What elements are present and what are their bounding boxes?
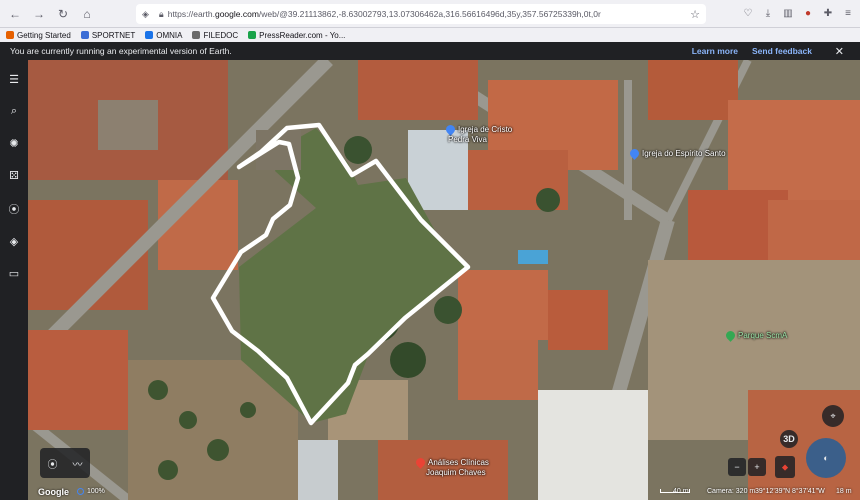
menu-icon[interactable]: ☰ bbox=[7, 72, 21, 86]
library-icon[interactable]: ▥ bbox=[780, 5, 796, 21]
url-path: /web/@39.21113862,-8.63002793,13.0730646… bbox=[258, 9, 601, 19]
close-icon[interactable]: ✕ bbox=[835, 45, 844, 58]
location-pin-icon[interactable]: ⦿ bbox=[48, 456, 58, 471]
health-pin-icon bbox=[414, 456, 427, 470]
voyager-icon[interactable]: ✺ bbox=[7, 136, 21, 150]
place-label[interactable]: Igreja do Espírito Santo bbox=[628, 147, 726, 161]
back-icon[interactable]: ← bbox=[6, 5, 24, 23]
place-label[interactable]: Igreja de Cristo bbox=[444, 123, 512, 137]
scale-bar bbox=[660, 489, 690, 493]
url-host: google.com bbox=[214, 9, 259, 19]
search-icon[interactable]: ⌕ bbox=[7, 104, 21, 118]
compass-icon[interactable]: ⬥ bbox=[775, 456, 795, 478]
reload-icon[interactable]: ↻ bbox=[54, 5, 72, 23]
google-logo: Google bbox=[38, 486, 69, 497]
toolbar-right: ♡ ⤓ ▥ ● ✚ ≡ bbox=[740, 5, 856, 21]
camera-altitude: Camera: 320 m bbox=[707, 488, 756, 495]
path-measure-icon[interactable]: 〰 bbox=[73, 456, 83, 471]
elevation: 18 m bbox=[836, 488, 852, 495]
bookmarks-bar: Getting Started SPORTNET OMNIA FILEDOC P… bbox=[0, 28, 860, 42]
earth-sidebar: ☰ ⌕ ✺ ⚄ ⦿ ◈ ▭ bbox=[0, 60, 28, 500]
send-feedback-link[interactable]: Send feedback bbox=[752, 46, 812, 56]
banner-message: You are currently running an experimenta… bbox=[10, 46, 232, 56]
my-location-icon[interactable]: ⌖ bbox=[822, 405, 844, 427]
omnia-icon bbox=[145, 31, 154, 39]
pressreader-icon bbox=[248, 31, 257, 39]
place-label[interactable]: Pedra Viva bbox=[448, 135, 487, 144]
bookmark-item[interactable]: FILEDOC bbox=[192, 31, 238, 40]
map-tools-panel: ⦿ 〰 bbox=[40, 448, 90, 478]
extensions-puzzle-icon[interactable]: ✚ bbox=[820, 5, 836, 21]
park-pin-icon bbox=[724, 329, 737, 343]
health-label[interactable]: Análises Clínicas bbox=[414, 456, 489, 470]
zoom-out-button[interactable]: − bbox=[728, 458, 746, 476]
zoom-indicator: 100% bbox=[77, 488, 105, 495]
coordinates: 39°12'39"N 8°37'41"W bbox=[755, 488, 825, 495]
pin-icon[interactable]: ⦿ bbox=[7, 202, 21, 216]
map-imagery bbox=[28, 60, 860, 500]
shield-icon: ◈ bbox=[142, 8, 149, 19]
learn-more-link[interactable]: Learn more bbox=[692, 46, 738, 56]
3d-button[interactable]: 3D bbox=[780, 430, 798, 448]
pocket-icon[interactable]: ♡ bbox=[740, 5, 756, 21]
extension-icon[interactable]: ● bbox=[800, 5, 816, 21]
firefox-icon bbox=[6, 31, 14, 39]
ruler-icon[interactable]: ▭ bbox=[7, 266, 21, 280]
status-bar: Google 100% 40 m Camera: 320 m 39°12'39"… bbox=[28, 483, 860, 500]
home-icon[interactable]: ⌂ bbox=[78, 5, 96, 23]
bookmark-item[interactable]: SPORTNET bbox=[80, 31, 135, 40]
overflow-menu-icon[interactable]: ≡ bbox=[840, 5, 856, 21]
globe-icon bbox=[192, 31, 201, 39]
layers-icon[interactable]: ◈ bbox=[7, 234, 21, 248]
url-prefix: https://earth. bbox=[167, 9, 215, 19]
bookmark-item[interactable]: PressReader.com - Yo... bbox=[248, 31, 345, 40]
health-label[interactable]: Joaquim Chaves bbox=[426, 468, 486, 477]
satellite-map[interactable]: Igreja de Cristo Pedra Viva Igreja do Es… bbox=[28, 60, 860, 500]
lock-icon: 🔒︎ bbox=[158, 8, 164, 19]
dice-icon[interactable]: ⚄ bbox=[7, 168, 21, 182]
bookmark-item[interactable]: Getting Started bbox=[6, 31, 71, 40]
download-icon[interactable]: ⤓ bbox=[760, 5, 776, 21]
globe-icon bbox=[80, 31, 89, 39]
bookmark-star-icon[interactable]: ☆ bbox=[690, 8, 700, 21]
experimental-banner: You are currently running an experimenta… bbox=[0, 42, 860, 60]
zoom-in-button[interactable]: + bbox=[748, 458, 766, 476]
park-label[interactable]: Parque ScmA bbox=[724, 329, 787, 343]
forward-icon[interactable]: → bbox=[30, 5, 48, 23]
bookmark-item[interactable]: OMNIA bbox=[145, 31, 182, 40]
place-pin-icon bbox=[628, 147, 641, 161]
url-bar[interactable]: ◈ 🔒︎ https://earth. google.com/web/@39.21… bbox=[136, 4, 706, 24]
loading-ring-icon bbox=[77, 488, 84, 495]
globe-icon[interactable]: ◐ bbox=[806, 438, 846, 478]
browser-toolbar: ← → ↻ ⌂ ◈ 🔒︎ https://earth. google.com/we… bbox=[0, 0, 860, 28]
